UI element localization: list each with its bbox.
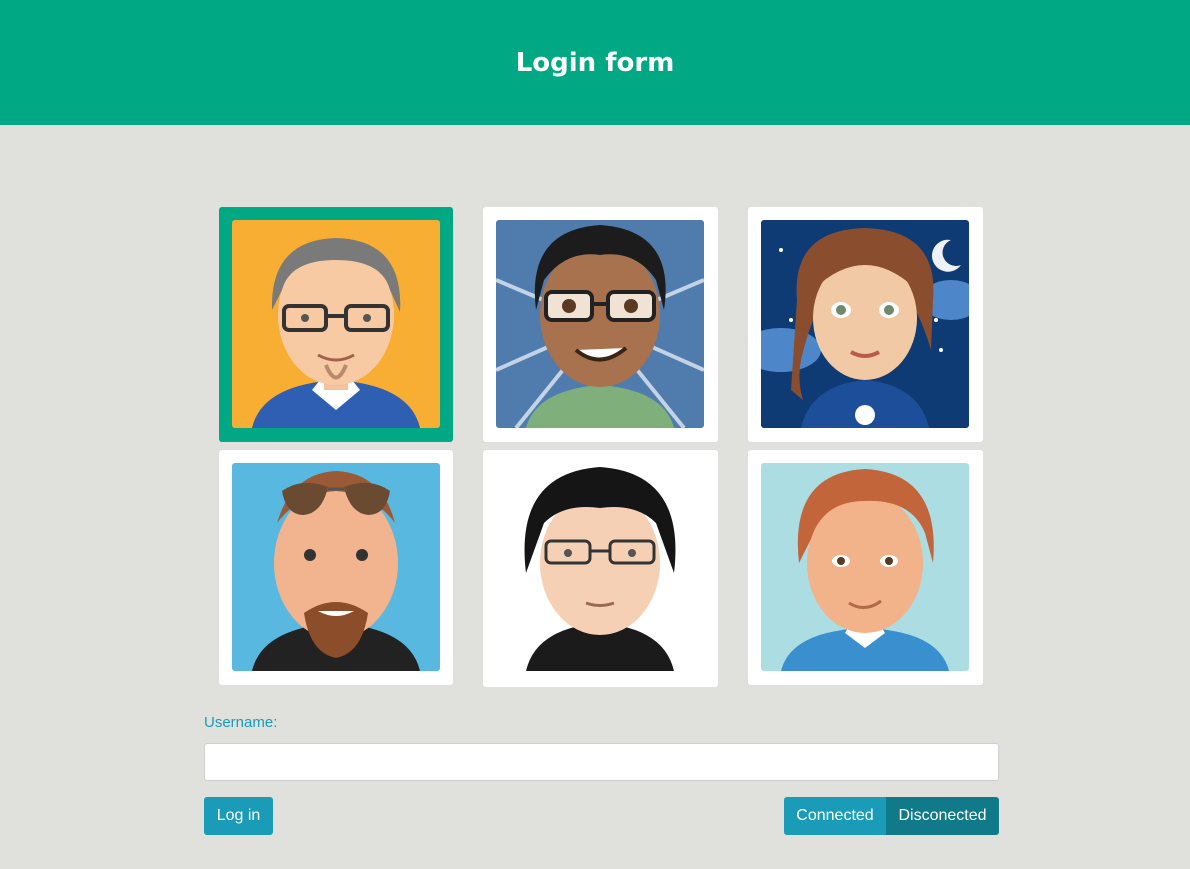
avatar-tile-1[interactable] <box>219 207 453 442</box>
login-button[interactable]: Log in <box>204 797 273 835</box>
connected-toggle-button[interactable]: Connected <box>784 797 886 835</box>
avatar-tile-3[interactable] <box>748 207 983 442</box>
avatar-black-hair-glasses-image <box>496 463 704 671</box>
disconnected-toggle-button[interactable]: Disconected <box>886 797 999 835</box>
avatar-gray-hair-glasses-image <box>232 220 440 428</box>
avatar-dark-hair-glasses-image <box>496 220 704 428</box>
avatar-red-hair-image <box>761 463 969 671</box>
header-bar: Login form <box>0 0 1190 125</box>
avatar-sunglasses-beard-image <box>232 463 440 671</box>
avatar-tile-5[interactable] <box>483 450 718 687</box>
avatar-brown-hair-woman-image <box>761 220 969 428</box>
page-title: Login form <box>515 47 675 78</box>
avatar-tile-6[interactable] <box>748 450 983 685</box>
avatar-tile-4[interactable] <box>219 450 453 685</box>
avatar-tile-2[interactable] <box>483 207 718 442</box>
username-input[interactable] <box>204 743 999 781</box>
username-label: Username: <box>204 714 278 731</box>
